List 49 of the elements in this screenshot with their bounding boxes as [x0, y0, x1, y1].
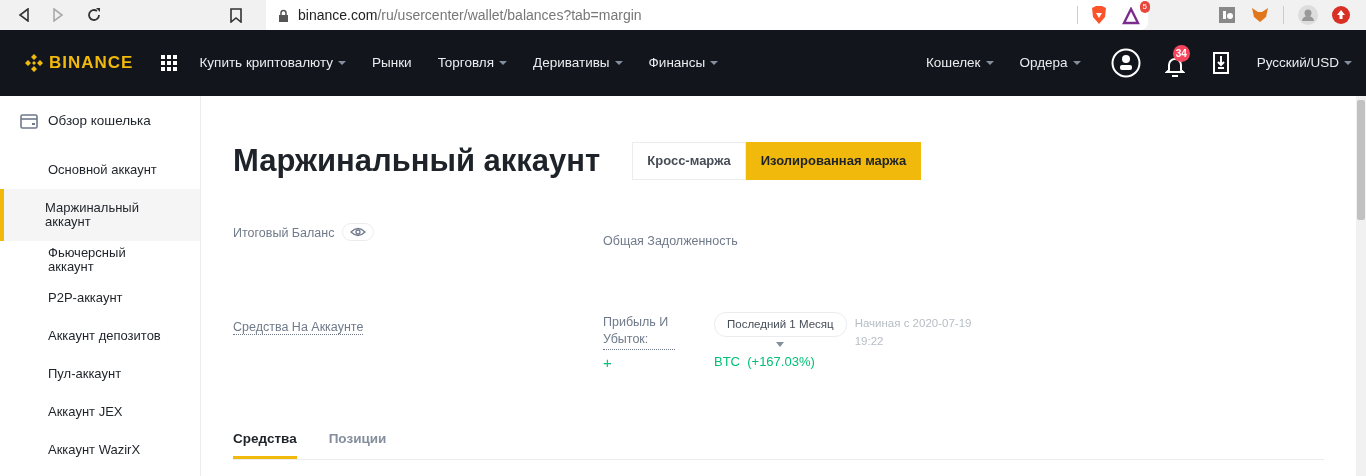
nav-link[interactable]: Торговля — [437, 52, 508, 74]
margin-mode-tab[interactable]: Изолированная маржа — [745, 142, 922, 180]
extension-icon[interactable] — [1219, 7, 1235, 23]
sidebar-item[interactable]: Фьючерсный аккаунт — [0, 241, 200, 279]
pnl-value: BTC (+167.03%) — [714, 353, 815, 372]
apps-grid-icon[interactable] — [161, 55, 178, 71]
sidebar-item[interactable]: Основной аккаунт — [0, 151, 200, 189]
update-icon[interactable] — [1332, 6, 1350, 24]
notification-badge: 5 — [1139, 1, 1150, 13]
nav-link[interactable]: Ордера — [1019, 52, 1081, 74]
start-date-text: Начиная с 2020-07-19 19:22 — [854, 315, 973, 349]
caret-icon[interactable] — [776, 341, 785, 347]
sidebar-item[interactable]: Пул-аккаунт — [0, 355, 200, 393]
url-field[interactable]: binance.com/ru/usercenter/wallet/balances?tab=margin — [298, 4, 642, 26]
eye-icon[interactable] — [341, 223, 374, 242]
notification-badge: 34 — [1172, 45, 1190, 62]
pnl-sign: + — [603, 353, 613, 374]
sidebar-item[interactable]: Аккаунт WazirX — [0, 431, 200, 469]
bookmark-icon[interactable] — [230, 7, 242, 23]
sidebar-item[interactable]: Аккаунт депозитов — [0, 317, 200, 355]
total-balance-label: Итоговый Баланс — [233, 225, 335, 240]
page-title: Маржинальный аккаунт — [233, 142, 601, 180]
sidebar-item[interactable]: Маржинальный аккаунт — [0, 189, 200, 241]
pnl-label[interactable]: Прибыль И Убыток: — [603, 313, 675, 350]
nav-link[interactable]: Купить криптовалюту — [199, 52, 346, 74]
lock-icon — [278, 8, 289, 22]
total-debt-label: Общая Задолженность — [603, 233, 738, 248]
sidebar-item[interactable]: Аккаунт JEX — [0, 393, 200, 431]
download-icon[interactable] — [1212, 52, 1229, 74]
scrollbar-thumb[interactable] — [1357, 100, 1365, 220]
wallet-icon — [20, 113, 38, 129]
back-icon[interactable] — [18, 8, 30, 22]
profile-icon[interactable] — [1298, 5, 1318, 25]
content-tab[interactable]: Средства — [233, 428, 297, 459]
nav-link[interactable]: Финансы — [648, 52, 719, 74]
nav-link[interactable]: Деривативы — [533, 52, 623, 74]
account-funds-label[interactable]: Средства На Аккаунте — [233, 319, 364, 335]
nav-link[interactable]: Кошелек — [925, 52, 994, 74]
period-selector[interactable]: Последний 1 Месяц — [714, 311, 847, 337]
sidebar-item[interactable]: P2P-аккаунт — [0, 279, 200, 317]
language-selector[interactable]: Русский/USD — [1256, 52, 1352, 74]
notifications-icon[interactable] — [1164, 55, 1185, 79]
reload-icon[interactable] — [86, 7, 102, 23]
account-icon[interactable] — [1110, 48, 1141, 78]
sidebar-item[interactable]: Обзор кошелька — [48, 110, 151, 132]
fox-icon[interactable] — [1251, 7, 1269, 23]
margin-mode-tab[interactable]: Кросс-маржа — [632, 142, 746, 180]
nav-link[interactable]: Рынки — [372, 52, 412, 74]
binance-logo[interactable]: BINANCE — [24, 50, 134, 76]
